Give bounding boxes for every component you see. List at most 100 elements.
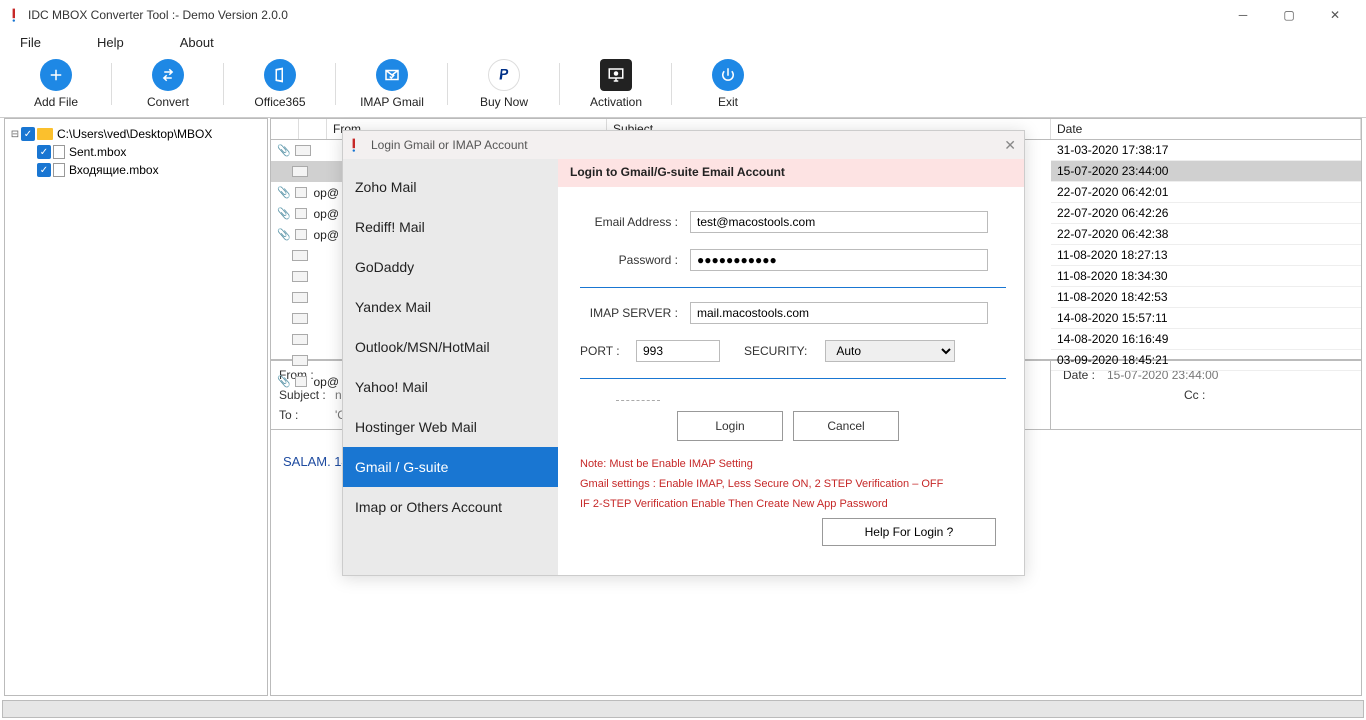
table-row[interactable] [271, 245, 345, 266]
convert-label: Convert [147, 95, 189, 109]
table-row[interactable] [271, 161, 345, 182]
table-row[interactable]: 11-08-2020 18:27:13 [1051, 245, 1361, 266]
exit-button[interactable]: Exit [672, 59, 784, 109]
minimize-button[interactable]: ─ [1220, 0, 1266, 30]
table-row[interactable]: 14-08-2020 15:57:11 [1051, 308, 1361, 329]
activation-label: Activation [590, 95, 642, 109]
password-field[interactable] [690, 249, 988, 271]
menu-help[interactable]: Help [97, 35, 124, 50]
envelope-icon [292, 334, 308, 345]
note-line: Note: Must be Enable IMAP Setting [580, 455, 1006, 475]
port-label: PORT : [580, 344, 636, 358]
login-button[interactable]: Login [677, 411, 783, 441]
provider-item[interactable]: Imap or Others Account [343, 487, 558, 527]
provider-item[interactable]: Yahoo! Mail [343, 367, 558, 407]
envelope-icon [295, 145, 311, 156]
app-icon [8, 8, 22, 22]
attachment-icon: 📎 [277, 207, 291, 220]
tree-root[interactable]: ⊟ ✓ C:\Users\ved\Desktop\MBOX [9, 125, 263, 143]
message-body-text: SALAM. 14 [283, 454, 349, 469]
dialog-title: Login Gmail or IMAP Account [371, 138, 528, 152]
table-row[interactable]: 11-08-2020 18:34:30 [1051, 266, 1361, 287]
password-label: Password : [580, 253, 690, 267]
table-row[interactable]: 03-09-2020 18:45:21 [1051, 350, 1361, 371]
cancel-button[interactable]: Cancel [793, 411, 899, 441]
dialog-icon [351, 138, 365, 152]
window-titlebar: IDC MBOX Converter Tool :- Demo Version … [0, 0, 1366, 30]
provider-item[interactable]: Gmail / G-suite [343, 447, 558, 487]
table-row[interactable] [271, 287, 345, 308]
power-icon [712, 59, 744, 91]
imap-gmail-button[interactable]: IMAP Gmail [336, 59, 448, 109]
help-for-login-button[interactable]: Help For Login ? [822, 518, 996, 546]
table-row[interactable]: 22-07-2020 06:42:01 [1051, 182, 1361, 203]
table-row[interactable]: 31-03-2020 17:38:17 [1051, 140, 1361, 161]
dialog-main: Login to Gmail/G-suite Email Account Ema… [558, 159, 1024, 575]
imap-server-field[interactable] [690, 302, 988, 324]
to-label: To : [279, 408, 335, 422]
provider-item[interactable]: Rediff! Mail [343, 207, 558, 247]
table-row[interactable]: 📎op@ [271, 224, 345, 245]
mail-check-icon [376, 59, 408, 91]
office365-button[interactable]: Office365 [224, 59, 336, 109]
port-field[interactable] [636, 340, 720, 362]
table-row[interactable]: 22-07-2020 06:42:26 [1051, 203, 1361, 224]
close-button[interactable]: ✕ [1312, 0, 1358, 30]
table-row[interactable]: 15-07-2020 23:44:00 [1051, 161, 1361, 182]
table-row[interactable] [271, 308, 345, 329]
tree-item[interactable]: ✓ Входящие.mbox [9, 161, 263, 179]
table-row[interactable]: 📎op@ [271, 203, 345, 224]
table-row[interactable]: 22-07-2020 06:42:38 [1051, 224, 1361, 245]
toolbar: Add File Convert Office365 IMAP Gmail Bu… [0, 54, 1366, 118]
office-icon [264, 59, 296, 91]
envelope-icon [295, 376, 308, 387]
checkbox-icon[interactable]: ✓ [21, 127, 35, 141]
envelope-icon [295, 229, 308, 240]
provider-item[interactable]: GoDaddy [343, 247, 558, 287]
dialog-banner: Login to Gmail/G-suite Email Account [558, 159, 1024, 187]
note-line: IF 2-STEP Verification Enable Then Creat… [580, 495, 1006, 515]
table-row[interactable]: 11-08-2020 18:42:53 [1051, 287, 1361, 308]
table-row[interactable] [271, 266, 345, 287]
email-label: Email Address : [580, 215, 690, 229]
buy-now-button[interactable]: Buy Now [448, 59, 560, 109]
provider-item[interactable]: Hostinger Web Mail [343, 407, 558, 447]
add-file-label: Add File [34, 95, 78, 109]
envelope-icon [295, 208, 308, 219]
add-file-button[interactable]: Add File [0, 59, 112, 109]
login-dialog: Login Gmail or IMAP Account ✕ Zoho MailR… [342, 130, 1025, 576]
envelope-icon [292, 292, 308, 303]
provider-item[interactable]: Yandex Mail [343, 287, 558, 327]
menu-file[interactable]: File [20, 35, 41, 50]
table-row[interactable] [271, 350, 345, 371]
table-row[interactable]: 📎 [271, 140, 345, 161]
table-row[interactable] [271, 329, 345, 350]
provider-item[interactable]: Zoho Mail [343, 167, 558, 207]
buy-now-label: Buy Now [480, 95, 528, 109]
file-icon [53, 145, 65, 159]
folder-tree[interactable]: ⊟ ✓ C:\Users\ved\Desktop\MBOX ✓ Sent.mbo… [4, 118, 268, 696]
attachment-icon: 📎 [277, 144, 291, 157]
menu-about[interactable]: About [180, 35, 214, 50]
divider [580, 378, 1006, 379]
collapse-icon[interactable]: ⊟ [9, 129, 21, 140]
activation-button[interactable]: Activation [560, 59, 672, 109]
table-row[interactable]: 14-08-2020 16:16:49 [1051, 329, 1361, 350]
attachment-column[interactable] [271, 119, 299, 139]
convert-button[interactable]: Convert [112, 59, 224, 109]
maximize-button[interactable]: ▢ [1266, 0, 1312, 30]
cc-label: Cc : [1184, 388, 1228, 402]
checkbox-icon[interactable]: ✓ [37, 145, 51, 159]
security-select[interactable]: Auto [825, 340, 955, 362]
table-row[interactable]: 📎op@ [271, 182, 345, 203]
icon-column[interactable] [299, 119, 327, 139]
note-line: Gmail settings : Enable IMAP, Less Secur… [580, 475, 1006, 495]
attachment-icon: 📎 [277, 375, 291, 388]
provider-item[interactable]: Outlook/MSN/HotMail [343, 327, 558, 367]
email-field[interactable] [690, 211, 988, 233]
checkbox-icon[interactable]: ✓ [37, 163, 51, 177]
date-column[interactable]: Date [1051, 119, 1361, 139]
dialog-close-button[interactable]: ✕ [1004, 137, 1016, 154]
tree-item[interactable]: ✓ Sent.mbox [9, 143, 263, 161]
table-row[interactable]: 📎op@ [271, 371, 345, 392]
